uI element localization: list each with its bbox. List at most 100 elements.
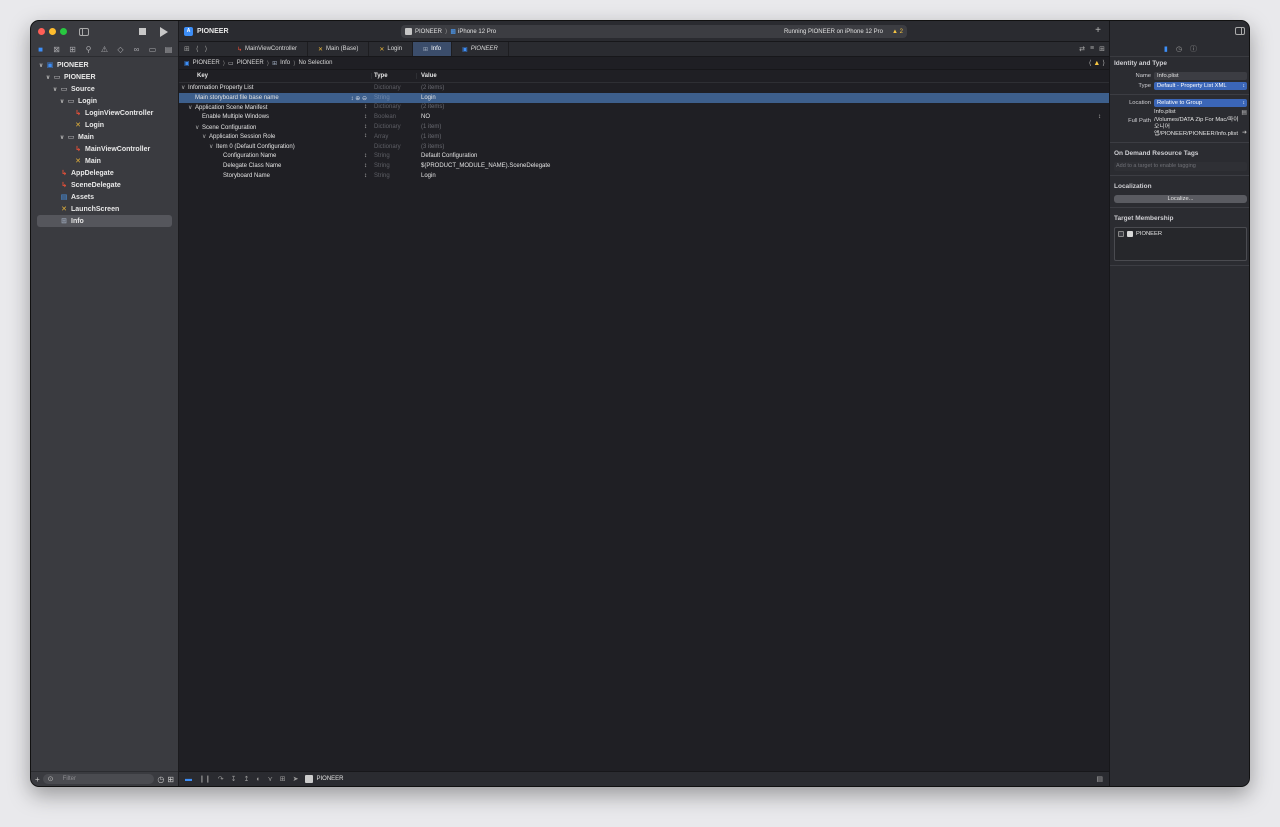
- plist-row[interactable]: ∨ Scene Configuration ↕ Dictionary (1 item): [179, 122, 1109, 132]
- inspector-toggle-icon[interactable]: [1235, 27, 1245, 35]
- key-stepper-icon[interactable]: ↕: [364, 114, 367, 120]
- name-input[interactable]: Info.plist: [1154, 72, 1247, 80]
- plist-value-cell[interactable]: (2 items): [416, 104, 1109, 110]
- view-debugger-icon[interactable]: ◐: [256, 776, 260, 783]
- history-inspector-icon[interactable]: ◷: [1176, 45, 1182, 53]
- navigator-item[interactable]: ✕ Login: [37, 119, 172, 131]
- pause-icon[interactable]: ❙❙: [199, 775, 211, 783]
- disclosure-chevron-icon[interactable]: ∨: [202, 133, 209, 140]
- editor-tab[interactable]: ✕ Login: [369, 42, 414, 56]
- add-icon[interactable]: +: [35, 775, 40, 784]
- help-inspector-icon[interactable]: ⓘ: [1190, 44, 1197, 54]
- file-inspector-icon[interactable]: ▮: [1164, 45, 1168, 53]
- navigator-item[interactable]: ∨ ▭ Login: [37, 95, 172, 107]
- disclosure-chevron-icon[interactable]: ∨: [188, 104, 195, 111]
- plist-value-cell[interactable]: Login: [416, 173, 1109, 179]
- breadcrumb-item[interactable]: No Selection: [298, 60, 332, 66]
- debug-scheme[interactable]: PIONEER: [305, 775, 344, 783]
- plist-row[interactable]: Configuration Name ↕ String Default Configu…: [179, 152, 1109, 162]
- type-popup[interactable]: Default - Property List XML: [1154, 82, 1247, 90]
- plist-value-cell[interactable]: (1 item): [416, 124, 1109, 130]
- plist-key-cell[interactable]: ∨ Scene Configuration ↕: [179, 124, 371, 131]
- warning-badge[interactable]: ▲ 2: [892, 29, 903, 35]
- plist-row[interactable]: Enable Multiple Windows ↕ Boolean NO ↕: [179, 112, 1109, 122]
- plist-key-cell[interactable]: ∨ Application Scene Manifest ↕: [179, 104, 371, 111]
- plist-type-cell[interactable]: String: [371, 163, 416, 169]
- navigator-item[interactable]: ↳ LoginViewController: [37, 107, 172, 119]
- plist-value-cell[interactable]: (1 item): [416, 134, 1109, 140]
- next-issue-icon[interactable]: ⟩: [1102, 60, 1105, 67]
- editor-tab[interactable]: ▣ PIONEER: [452, 42, 509, 56]
- disclosure-chevron-icon[interactable]: ∨: [58, 134, 66, 141]
- device-selector[interactable]: iPhone 12 Pro: [458, 29, 496, 35]
- add-library-icon[interactable]: +: [1095, 25, 1101, 36]
- navigator-item[interactable]: ↳ MainViewController: [37, 143, 172, 155]
- plist-row[interactable]: ∨ Item 0 (Default Configuration) Dictionar…: [179, 142, 1109, 152]
- navigator-item[interactable]: ⊞ Info: [37, 215, 172, 227]
- plist-type-cell[interactable]: String: [371, 173, 416, 179]
- plist-value-cell[interactable]: $(PRODUCT_MODULE_NAME).SceneDelegate: [416, 163, 1109, 169]
- plist-type-cell[interactable]: Boolean: [371, 114, 416, 120]
- breadcrumb-item[interactable]: PIONEER: [193, 60, 220, 66]
- symbol-navigator-icon[interactable]: ⊞: [67, 45, 78, 54]
- key-stepper-icon[interactable]: ↕: [364, 124, 367, 130]
- plist-row[interactable]: ∨ Information Property List Dictionary (2 i…: [179, 83, 1109, 93]
- navigator-item[interactable]: ∨ ▭ Source: [37, 83, 172, 95]
- issue-navigator-icon[interactable]: ⚠: [99, 45, 110, 54]
- plist-row[interactable]: ∨ Application Session Role ↕ Array (1 item): [179, 132, 1109, 142]
- find-navigator-icon[interactable]: ⚲: [83, 45, 94, 54]
- plist-type-cell[interactable]: Array: [371, 134, 416, 140]
- disclosure-chevron-icon[interactable]: ∨: [195, 124, 202, 131]
- plist-type-cell[interactable]: Dictionary: [371, 144, 416, 150]
- plist-key-cell[interactable]: ∨ Item 0 (Default Configuration): [179, 143, 371, 150]
- disclosure-chevron-icon[interactable]: ∨: [51, 86, 59, 93]
- key-stepper-icon[interactable]: ↕: [364, 153, 367, 159]
- plist-key-cell[interactable]: Delegate Class Name ↕: [179, 163, 371, 169]
- key-column-header[interactable]: Key: [179, 73, 371, 79]
- scheme-selector[interactable]: PIONEER: [415, 29, 442, 35]
- warning-icon[interactable]: ▲: [1093, 60, 1100, 67]
- plist-value-cell[interactable]: Default Configuration: [416, 153, 1109, 159]
- disclosure-chevron-icon[interactable]: ∨: [181, 84, 188, 91]
- prev-issue-icon[interactable]: ⟨: [1089, 60, 1092, 67]
- navigator-item[interactable]: ∨ ▭ Main: [37, 131, 172, 143]
- plist-row[interactable]: Main storyboard file base name ↕ ⊕ ⊖ Strin…: [179, 92, 1109, 103]
- navigator-item[interactable]: ↳ SceneDelegate: [37, 179, 172, 191]
- navigator-item[interactable]: ↳ AppDelegate: [37, 167, 172, 179]
- related-items-icon[interactable]: ⊞: [184, 45, 190, 53]
- disclosure-chevron-icon[interactable]: ∨: [209, 143, 216, 150]
- editor-tab[interactable]: ↳ MainViewController: [227, 42, 308, 56]
- breadcrumb-item[interactable]: Info: [280, 60, 290, 66]
- navigator-item[interactable]: ▤ Assets: [37, 191, 172, 203]
- recent-files-icon[interactable]: ◷: [157, 775, 164, 784]
- folder-icon[interactable]: ▤: [1241, 109, 1247, 116]
- editor-tab[interactable]: ✕ Main (Base): [308, 42, 370, 56]
- plist-key-cell[interactable]: ∨ Information Property List: [179, 84, 371, 91]
- plist-key-cell[interactable]: Main storyboard file base name ↕ ⊕ ⊖: [179, 95, 371, 102]
- plist-value-cell[interactable]: (3 items): [416, 144, 1109, 150]
- row-add-remove-icon[interactable]: ↕ ⊕ ⊖: [351, 95, 367, 102]
- split-editor-icon[interactable]: ⇄: [1079, 45, 1085, 53]
- plist-type-cell[interactable]: String: [371, 153, 416, 159]
- plist-type-cell[interactable]: String: [371, 95, 416, 101]
- location-popup[interactable]: Relative to Group: [1154, 99, 1247, 107]
- key-stepper-icon[interactable]: ↕: [364, 173, 367, 179]
- minimize-window-button[interactable]: [49, 28, 56, 35]
- plist-row[interactable]: ∨ Application Scene Manifest ↕ Dictionary (2…: [179, 103, 1109, 113]
- navigator-item[interactable]: ∨ ▣ PIONEER: [37, 59, 172, 71]
- plist-row[interactable]: Delegate Class Name ↕ String $(PRODUCT_MODU…: [179, 161, 1109, 171]
- navigator-toggle-icon[interactable]: [79, 27, 89, 36]
- test-navigator-icon[interactable]: ◇: [115, 45, 126, 54]
- debug-area-toggle-icon[interactable]: ▬: [185, 776, 192, 783]
- filter-input[interactable]: Filter: [42, 774, 155, 784]
- editor-tab[interactable]: ⊞ Info: [413, 42, 453, 56]
- activity-view[interactable]: PIONEER ⟩ ▩ iPhone 12 Pro Running PIONEE…: [401, 25, 907, 38]
- forward-icon[interactable]: ⟩: [205, 45, 208, 53]
- key-stepper-icon[interactable]: ↕: [364, 163, 367, 169]
- plist-type-cell[interactable]: Dictionary: [371, 85, 416, 91]
- disclosure-chevron-icon[interactable]: ∨: [58, 98, 66, 105]
- environment-overrides-icon[interactable]: ⊞: [280, 775, 286, 783]
- editor-options-icon[interactable]: ≡: [1090, 45, 1094, 53]
- zoom-window-button[interactable]: [60, 28, 67, 35]
- plist-value-cell[interactable]: NO ↕: [416, 114, 1109, 120]
